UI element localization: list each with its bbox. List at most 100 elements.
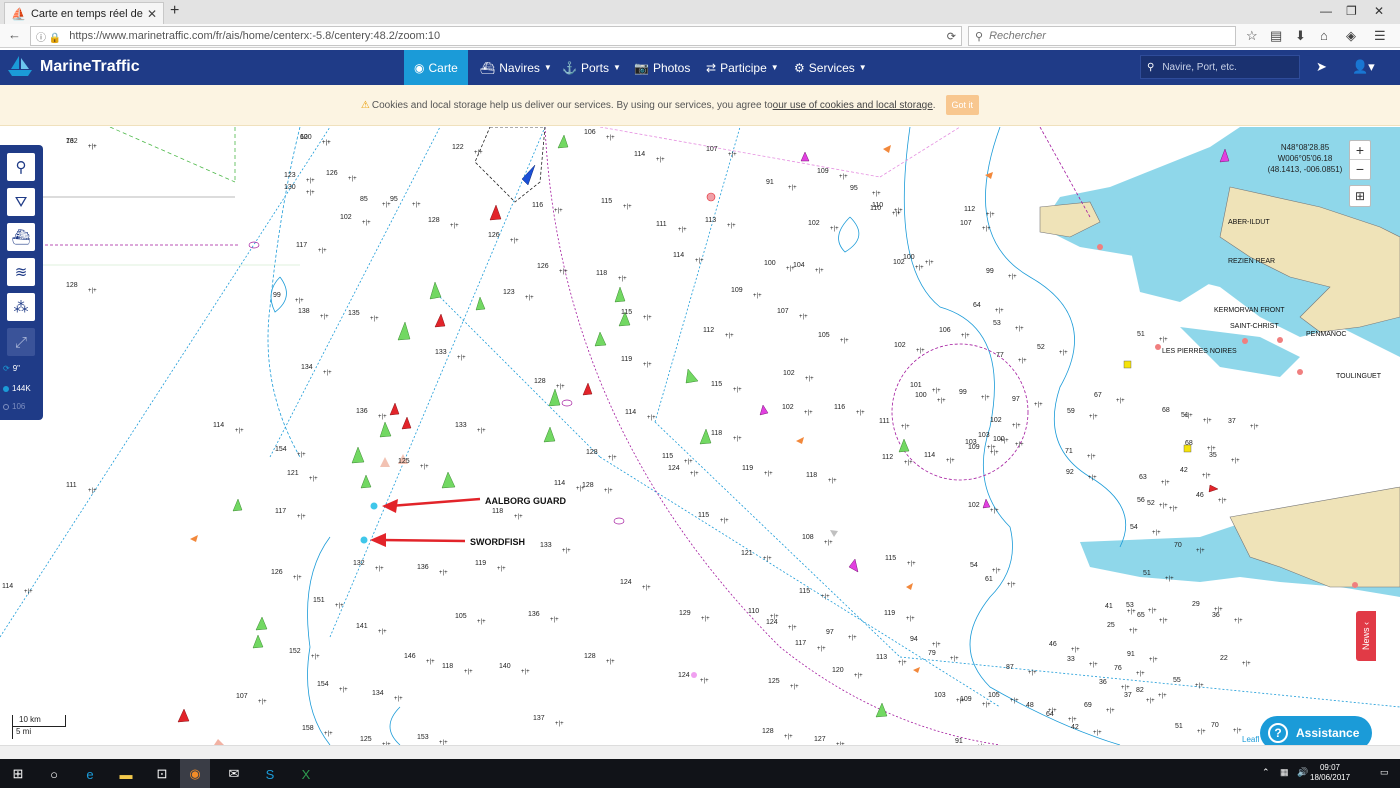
edge-icon[interactable]: e — [78, 763, 102, 785]
zoom-out-button[interactable]: − — [1350, 160, 1370, 179]
fleet-send-icon[interactable]: ➤ — [1316, 59, 1327, 75]
depth-sounding: 102 — [990, 417, 1002, 424]
sounding-cross: +|+ — [643, 362, 652, 368]
sounding-cross: +|+ — [643, 315, 652, 321]
cursor-coordinates: N48°08'28.85 W006°05'06.18 (48.1413, -00… — [1264, 142, 1346, 175]
sounding-cross: +|+ — [1161, 480, 1170, 486]
minimize-icon[interactable]: — — [1320, 4, 1332, 18]
brand-logo[interactable]: MarineTraffic — [6, 54, 140, 80]
skype-icon[interactable]: S — [258, 763, 282, 785]
cookie-policy-link[interactable]: our use of cookies and local storage — [773, 100, 933, 111]
annotation-arrows — [370, 497, 481, 547]
depth-sounding: 111 — [66, 482, 77, 489]
volume-icon[interactable]: 🔊 — [1297, 767, 1308, 778]
place-label: SAINT-CHRIST — [1230, 323, 1279, 330]
back-arrow-icon[interactable]: ← — [8, 27, 21, 42]
url-bar[interactable]: ⓘ 🔒 https://www.marinetraffic.com/fr/ais… — [30, 26, 962, 46]
clock-time: 09:07 — [1319, 763, 1341, 772]
warning-icon: ⚠ — [360, 99, 370, 111]
search-tool-button[interactable]: ⚲ — [7, 153, 35, 181]
layers-tool-button[interactable]: ≋ — [7, 258, 35, 286]
reading-list-icon[interactable]: ▤ — [1270, 28, 1282, 44]
horizontal-scrollbar[interactable] — [0, 745, 1400, 759]
sounding-cross: +|+ — [477, 428, 486, 434]
excel-icon[interactable]: X — [294, 763, 318, 785]
depth-sounding: 55 — [1173, 677, 1181, 684]
sounding-cross: +|+ — [88, 488, 97, 494]
depth-sounding: 107 — [960, 220, 972, 227]
ship-label-aalborg-guard[interactable]: AALBORG GUARD — [485, 496, 566, 506]
zoom-in-button[interactable]: + — [1350, 141, 1370, 160]
got-it-button[interactable]: Got it — [945, 95, 980, 115]
fullscreen-tool-button[interactable]: ⤢ — [7, 328, 35, 356]
site-search-input[interactable]: ⚲ Navire, Port, etc. — [1140, 55, 1300, 79]
sounding-cross: +|+ — [1116, 398, 1125, 404]
filter-tool-button[interactable]: ⛛ — [7, 188, 35, 216]
depth-sounding: 128 — [534, 378, 546, 385]
network-icon[interactable]: ▦ — [1280, 767, 1289, 778]
nav-carte[interactable]: ◉ Carte — [404, 50, 468, 85]
system-clock[interactable]: 09:07 18/06/2017 — [1310, 763, 1350, 783]
depth-sounding: 112 — [964, 206, 975, 213]
sounding-cross: +|+ — [450, 223, 459, 229]
depth-sounding: 133 — [540, 542, 552, 549]
sounding-cross: +|+ — [1008, 274, 1017, 280]
close-window-icon[interactable]: ✕ — [1374, 4, 1384, 18]
fleet-tool-button[interactable]: ⛴ — [7, 223, 35, 251]
site-info-icon[interactable]: ⓘ 🔒 — [36, 29, 61, 44]
sounding-cross: +|+ — [426, 659, 435, 665]
sounding-cross: +|+ — [306, 178, 315, 184]
mail-icon[interactable]: ✉ — [222, 763, 246, 785]
map-layers-button[interactable]: ⊞ — [1349, 185, 1371, 207]
download-icon[interactable]: ⬇ — [1295, 28, 1306, 44]
new-tab-button[interactable]: + — [170, 2, 179, 20]
map-canvas[interactable]: 162 +|+ 120 +|+ 123 +|+ 126 +|+ 130 +|+ 102 +|+ 85 +|… — [0, 127, 1400, 745]
sounding-cross: +|+ — [763, 556, 772, 562]
depth-sounding: 140 — [499, 663, 511, 670]
maximize-icon[interactable]: ❐ — [1346, 4, 1357, 18]
sounding-cross: +|+ — [946, 458, 955, 464]
depth-sounding: 126 — [326, 170, 338, 177]
measure-tool-button[interactable]: ⁂ — [7, 293, 35, 321]
tray-arrow-icon[interactable]: ⌃ — [1262, 767, 1270, 778]
sounding-cross: +|+ — [1028, 670, 1037, 676]
depth-sounding: 128 — [582, 482, 594, 489]
cortana-icon[interactable]: ○ — [42, 763, 66, 785]
sounding-cross: +|+ — [335, 603, 344, 609]
user-account-icon[interactable]: 👤▾ — [1352, 59, 1375, 75]
depth-sounding: 107 — [706, 146, 718, 153]
notifications-icon[interactable]: ▭ — [1380, 767, 1389, 778]
leaflet-attribution[interactable]: Leafl — [1242, 735, 1259, 744]
depth-sounding: 115 — [621, 309, 632, 316]
windows-start-icon[interactable]: ⊞ — [6, 763, 30, 785]
store-icon[interactable]: ⊡ — [150, 763, 174, 785]
sounding-cross: +|+ — [1089, 414, 1098, 420]
ship-label-swordfish[interactable]: SWORDFISH — [470, 537, 525, 547]
browser-tab[interactable]: ⛵ Carte en temps réel des navi ✕ — [4, 2, 164, 24]
depth-sounding: 115 — [662, 453, 673, 460]
reload-icon[interactable]: ⟳ — [947, 30, 956, 43]
news-tab[interactable]: News ‹ — [1356, 611, 1376, 661]
firefox-icon[interactable]: ◉ — [180, 759, 210, 788]
sounding-cross: +|+ — [1196, 548, 1205, 554]
sounding-cross: +|+ — [937, 398, 946, 404]
home-icon[interactable]: ⌂ — [1320, 28, 1328, 43]
pocket-icon[interactable]: ◈ — [1346, 28, 1356, 44]
nav-navires[interactable]: ⛴ Navires ▼ — [470, 50, 562, 85]
depth-sounding: 129 — [679, 610, 691, 617]
nav-services[interactable]: ⚙ Services ▼ — [784, 50, 877, 85]
depth-sounding: 103 — [934, 692, 946, 699]
depth-sounding: 117 — [795, 640, 806, 647]
menu-icon[interactable]: ☰ — [1374, 28, 1386, 44]
nav-ports[interactable]: ⚓ Ports ▼ — [552, 50, 631, 85]
map-scale: 10 km 5 mi — [12, 715, 66, 741]
depth-sounding: 106 — [939, 327, 951, 334]
tab-close-icon[interactable]: ✕ — [147, 7, 157, 21]
browser-search-input[interactable]: ⚲ Rechercher — [968, 26, 1236, 46]
depth-sounding: 118 — [442, 663, 453, 670]
bookmark-star-icon[interactable]: ☆ — [1246, 28, 1258, 44]
nav-participe[interactable]: ⇄ Participe ▼ — [696, 50, 789, 85]
place-label: PENMANOC — [1306, 331, 1347, 338]
nav-photos[interactable]: 📷 Photos — [624, 50, 700, 85]
file-explorer-icon[interactable]: ▬ — [114, 763, 138, 785]
